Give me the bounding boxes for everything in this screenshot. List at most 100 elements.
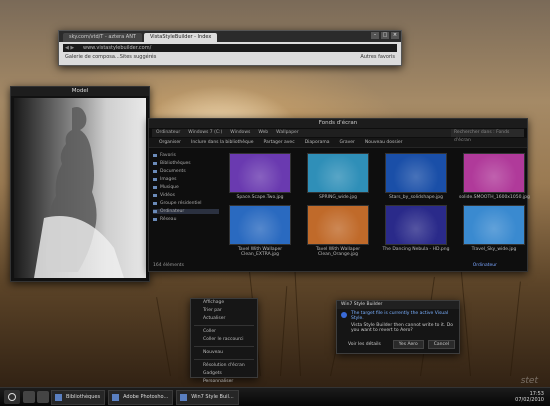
menu-separator xyxy=(194,325,254,326)
file-item[interactable]: Tavel With Wallaper Clean_Orange.jpg xyxy=(303,205,373,257)
breadcrumb-item[interactable]: Wallpaper xyxy=(276,129,299,137)
file-name: Travel_Sky_wide.jpg xyxy=(471,247,517,252)
file-name: solide.SMOOTH_1600x1050.jpg xyxy=(459,195,530,200)
photo xyxy=(14,98,146,278)
command-include-library[interactable]: Inclure dans la bibliothèque xyxy=(191,138,253,147)
pinned-app-icon[interactable] xyxy=(37,391,49,403)
info-icon xyxy=(341,312,347,318)
file-item[interactable]: solide.SMOOTH_1600x1050.jpg xyxy=(459,153,530,200)
minimize-icon[interactable]: – xyxy=(371,32,379,39)
file-name: Tavel With Wallaper Clean_Orange.jpg xyxy=(315,247,361,257)
nav-network[interactable]: Réseau xyxy=(153,217,219,222)
watermark: stet xyxy=(520,376,538,386)
bookmark-item[interactable]: Autres favoris xyxy=(360,54,395,60)
taskbar: Bibliothèques Adobe Photosho... Win7 Sty… xyxy=(0,387,550,406)
taskbar-item-style-builder[interactable]: Win7 Style Buil... xyxy=(176,389,239,405)
menu-separator xyxy=(194,359,254,360)
file-name: SPRING_wide.jpg xyxy=(318,195,358,200)
menu-separator xyxy=(194,346,254,347)
explorer-window[interactable]: Fonds d'écran Ordinateur Windows 7 (C:) … xyxy=(148,118,530,272)
menu-item-sort[interactable]: Trier par xyxy=(191,307,257,315)
file-thumbnail xyxy=(229,205,291,245)
bookmark-item[interactable]: Sites suggérés xyxy=(120,54,157,60)
file-item[interactable]: Travel_Sky_wide.jpg xyxy=(459,205,529,257)
dialog-detail: Vista Style Builder then cannot write to… xyxy=(351,323,453,333)
breadcrumb-item[interactable]: Windows 7 (C:) xyxy=(188,129,222,137)
nav-favorites[interactable]: Favoris xyxy=(153,153,219,158)
yes-aero-button[interactable]: Yes Aero xyxy=(392,340,424,349)
file-thumbnail xyxy=(385,153,447,193)
browser-tab-strip: sky.com/vtd/T - aztera ANT VistaStyleBui… xyxy=(59,31,401,42)
file-thumbnail xyxy=(307,153,369,193)
menu-item-screen-resolution[interactable]: Résolution d'écran xyxy=(191,362,257,370)
status-count: 164 éléments xyxy=(153,263,184,268)
menu-item-gadgets[interactable]: Gadgets xyxy=(191,370,257,378)
file-grid: Space.Scape.Two.jpg SPRING_wide.jpg Stars_… xyxy=(225,153,530,257)
figure-silhouette-icon xyxy=(34,107,124,278)
menu-item-new[interactable]: Nouveau xyxy=(191,349,257,357)
browser-tab[interactable]: sky.com/vtd/T - aztera ANT xyxy=(63,33,142,42)
close-icon[interactable]: × xyxy=(391,32,399,39)
window-title: Fonds d'écran xyxy=(149,119,527,128)
show-details-button[interactable]: Voir les détails xyxy=(343,341,386,348)
nav-computer[interactable]: Ordinateur xyxy=(153,209,219,214)
breadcrumb-item[interactable]: Ordinateur xyxy=(156,129,180,137)
back-forward-icon[interactable]: ◀ ▶ xyxy=(65,44,74,52)
windows-logo-icon xyxy=(8,393,16,401)
file-name: Tavel With Wallaper Clean_EXTRA.jpg xyxy=(237,247,283,257)
file-thumbnail xyxy=(463,153,525,193)
file-item[interactable]: Space.Scape.Two.jpg xyxy=(225,153,295,200)
start-button[interactable] xyxy=(4,390,20,404)
command-new-folder[interactable]: Nouveau dossier xyxy=(365,138,403,147)
nav-images[interactable]: Images xyxy=(153,177,219,182)
file-item[interactable]: SPRING_wide.jpg xyxy=(303,153,373,200)
image-viewer-window[interactable]: Model xyxy=(10,86,150,282)
cancel-button[interactable]: Cancel xyxy=(427,340,455,349)
menu-item-refresh[interactable]: Actualiser xyxy=(191,315,257,323)
file-name: The Dancing Nebula - HD.png xyxy=(382,247,450,252)
menu-item-personalize[interactable]: Personnaliser xyxy=(191,378,257,386)
nav-libraries[interactable]: Bibliothèques xyxy=(153,161,219,166)
browser-tab-active[interactable]: VistaStyleBuilder - Index xyxy=(144,33,218,42)
file-item[interactable]: Tavel With Wallaper Clean_EXTRA.jpg xyxy=(225,205,295,257)
pinned-app-icon[interactable] xyxy=(23,391,35,403)
file-item[interactable]: Stars_by_solidshape.jpg xyxy=(381,153,451,200)
window-controls: – □ × xyxy=(371,32,399,39)
file-name: Space.Scape.Two.jpg xyxy=(236,195,284,200)
dialog-buttons: Voir les détails Yes Aero Cancel xyxy=(343,340,455,349)
menu-item-paste-shortcut[interactable]: Coller le raccourci xyxy=(191,336,257,344)
nav-music[interactable]: Musique xyxy=(153,185,219,190)
nav-homegroup[interactable]: Groupe résidentiel xyxy=(153,201,219,206)
bookmark-item[interactable]: Galerie de composa... xyxy=(65,54,120,60)
nav-documents[interactable]: Documents xyxy=(153,169,219,174)
maximize-icon[interactable]: □ xyxy=(381,32,389,39)
breadcrumb-item[interactable]: Windows xyxy=(230,129,250,137)
command-slideshow[interactable]: Diaporama xyxy=(305,138,330,147)
bookmarks-bar: Galerie de composa... Sites suggérés Aut… xyxy=(59,54,401,60)
browser-window[interactable]: sky.com/vtd/T - aztera ANT VistaStyleBui… xyxy=(58,30,402,66)
nav-videos[interactable]: Vidéos xyxy=(153,193,219,198)
dialog-heading: The target file is currently the active … xyxy=(351,311,449,321)
command-share[interactable]: Partager avec xyxy=(263,138,294,147)
command-burn[interactable]: Graver xyxy=(340,138,355,147)
file-item[interactable]: The Dancing Nebula - HD.png xyxy=(381,205,451,257)
taskbar-item-libraries[interactable]: Bibliothèques xyxy=(51,389,106,405)
style-builder-dialog[interactable]: Win7 Style Builder The target file is cu… xyxy=(336,300,460,354)
url-text: www.vistastylebuilder.com/ xyxy=(83,45,152,51)
window-title: Model xyxy=(11,87,149,96)
menu-item-paste[interactable]: Coller xyxy=(191,328,257,336)
breadcrumb-item[interactable]: Web xyxy=(258,129,268,137)
address-bar[interactable]: ◀ ▶ www.vistastylebuilder.com/ xyxy=(63,44,397,52)
search-input[interactable]: Rechercher dans : Fonds d'écran xyxy=(451,129,524,143)
clock-date: 07/02/2010 xyxy=(515,397,544,403)
file-thumbnail xyxy=(229,153,291,193)
breadcrumb[interactable]: Ordinateur Windows 7 (C:) Windows Web Wa… xyxy=(152,129,524,143)
system-clock[interactable]: 17:53 07/02/2010 xyxy=(515,391,544,403)
file-name: Stars_by_solidshape.jpg xyxy=(388,195,444,200)
dialog-message: The target file is currently the active … xyxy=(337,309,459,333)
dialog-title: Win7 Style Builder xyxy=(337,301,459,309)
taskbar-item-photoshop[interactable]: Adobe Photosho... xyxy=(108,389,174,405)
file-thumbnail xyxy=(385,205,447,245)
menu-item-view[interactable]: Affichage xyxy=(191,299,257,307)
command-organize[interactable]: Organiser xyxy=(159,138,181,147)
